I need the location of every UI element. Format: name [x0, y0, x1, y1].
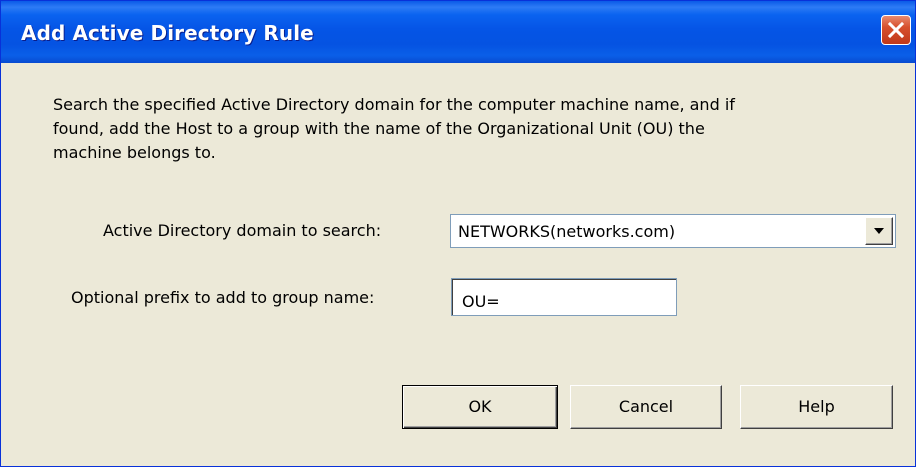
description-line: machine belongs to.: [53, 143, 216, 162]
domain-label: Active Directory domain to search:: [103, 221, 382, 240]
rule-description: Search the specified Active Directory do…: [53, 93, 873, 165]
description-line: Search the specified Active Directory do…: [53, 95, 735, 114]
domain-select-dropdown-button[interactable]: [865, 217, 893, 245]
help-button[interactable]: Help: [740, 385, 893, 429]
ok-button[interactable]: OK: [402, 385, 558, 429]
prefix-input[interactable]: [451, 278, 677, 316]
close-button[interactable]: [881, 15, 911, 45]
dialog-title: Add Active Directory Rule: [21, 21, 314, 45]
title-bar[interactable]: Add Active Directory Rule: [1, 1, 915, 63]
cancel-button[interactable]: Cancel: [570, 385, 722, 429]
description-line: found, add the Host to a group with the …: [53, 119, 705, 138]
chevron-down-icon: [874, 228, 884, 234]
domain-select-value: NETWORKS(networks.com): [458, 222, 676, 241]
domain-select[interactable]: NETWORKS(networks.com): [450, 214, 896, 248]
close-icon: [887, 21, 905, 39]
add-active-directory-rule-dialog: Add Active Directory Rule Search the spe…: [0, 0, 916, 467]
prefix-label: Optional prefix to add to group name:: [71, 288, 375, 307]
